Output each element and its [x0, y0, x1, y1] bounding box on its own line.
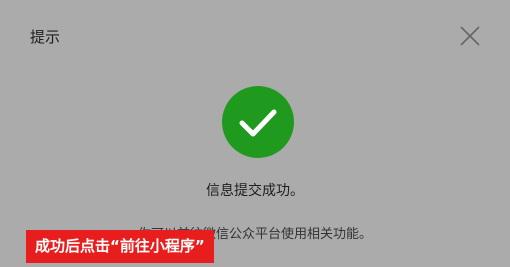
success-dialog: 提示 信息提交成功。 你可以前往微信公众平台使用相关功能。 成功后点击“前往小程…	[0, 0, 510, 267]
dialog-title: 提示	[30, 28, 61, 46]
instruction-annotation: 成功后点击“前往小程序”	[26, 230, 214, 263]
close-button[interactable]	[458, 24, 482, 48]
close-icon	[460, 26, 480, 46]
success-message: 信息提交成功。	[206, 183, 304, 199]
checkmark-circle-icon	[222, 86, 294, 158]
